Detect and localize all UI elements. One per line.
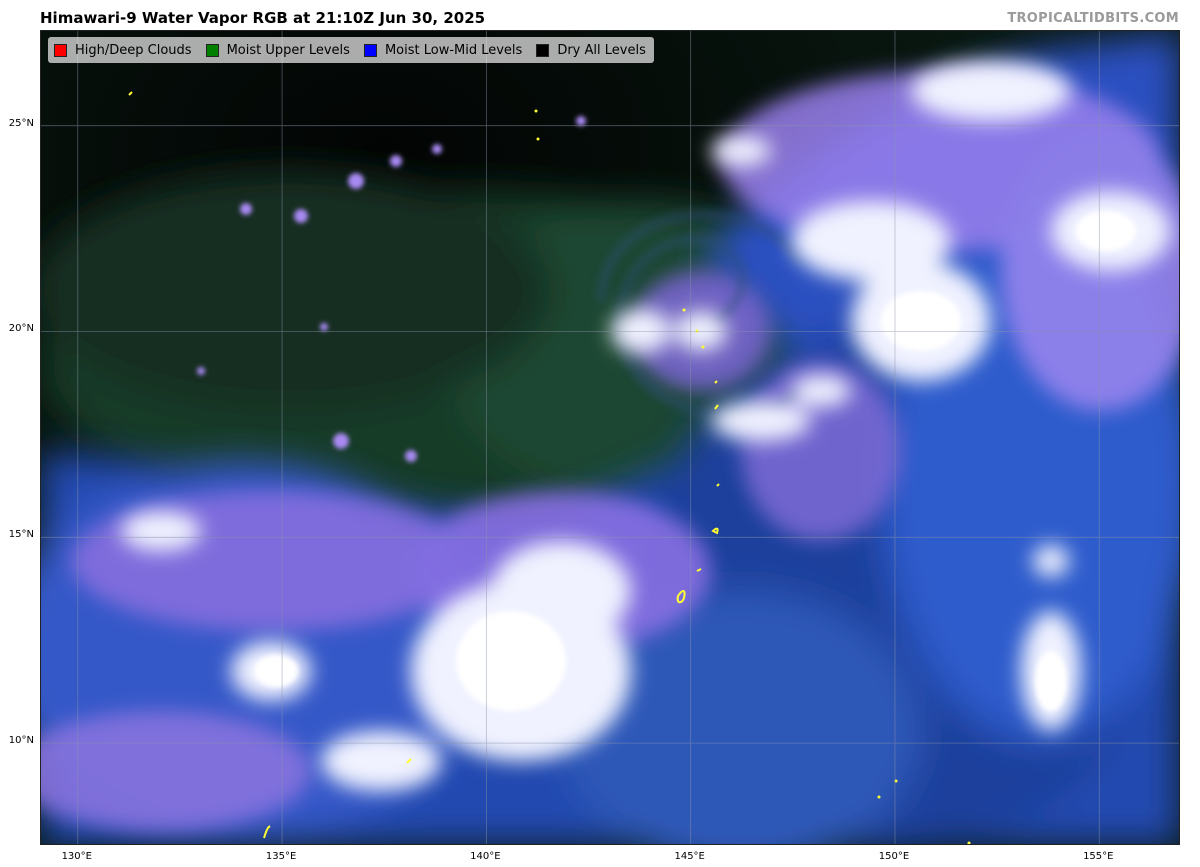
satellite-imagery: [41, 31, 1179, 844]
legend: High/Deep Clouds Moist Upper Levels Moist …: [48, 37, 654, 63]
legend-item: Dry All Levels: [536, 43, 646, 58]
lon-tick-label: 150°E: [878, 851, 910, 862]
legend-item: Moist Low-Mid Levels: [363, 42, 523, 58]
legend-swatch: [54, 43, 67, 57]
legend-swatch: [536, 43, 550, 57]
satellite-map[interactable]: High/Deep Clouds Moist Upper Levels Moist …: [40, 30, 1180, 845]
page-title: Himawari-9 Water Vapor RGB at 21:10Z Jun…: [40, 9, 486, 27]
legend-label: Moist Upper Levels: [226, 42, 350, 58]
legend-label: High/Deep Clouds: [75, 42, 192, 58]
lat-tick-label: 10°N: [8, 735, 34, 747]
legend-label: Dry All Levels: [557, 42, 646, 58]
legend-item: High/Deep Clouds: [54, 43, 192, 58]
legend-swatch: [363, 43, 377, 57]
site-watermark: TROPICALTIDBITS.COM: [1007, 11, 1179, 26]
lon-tick-label: 135°E: [265, 851, 297, 862]
lon-tick-label: 145°E: [674, 851, 705, 862]
lon-tick-label: 140°E: [470, 851, 501, 862]
lon-tick-label: 155°E: [1083, 851, 1114, 862]
lat-tick-label: 25°N: [8, 117, 34, 129]
legend-label: Moist Low-Mid Levels: [384, 42, 523, 58]
legend-swatch: [205, 43, 219, 57]
lon-tick-label: 130°E: [61, 851, 92, 862]
lat-tick-label: 15°N: [8, 529, 34, 541]
legend-item: Moist Upper Levels: [205, 42, 350, 58]
lat-tick-label: 20°N: [8, 323, 34, 335]
